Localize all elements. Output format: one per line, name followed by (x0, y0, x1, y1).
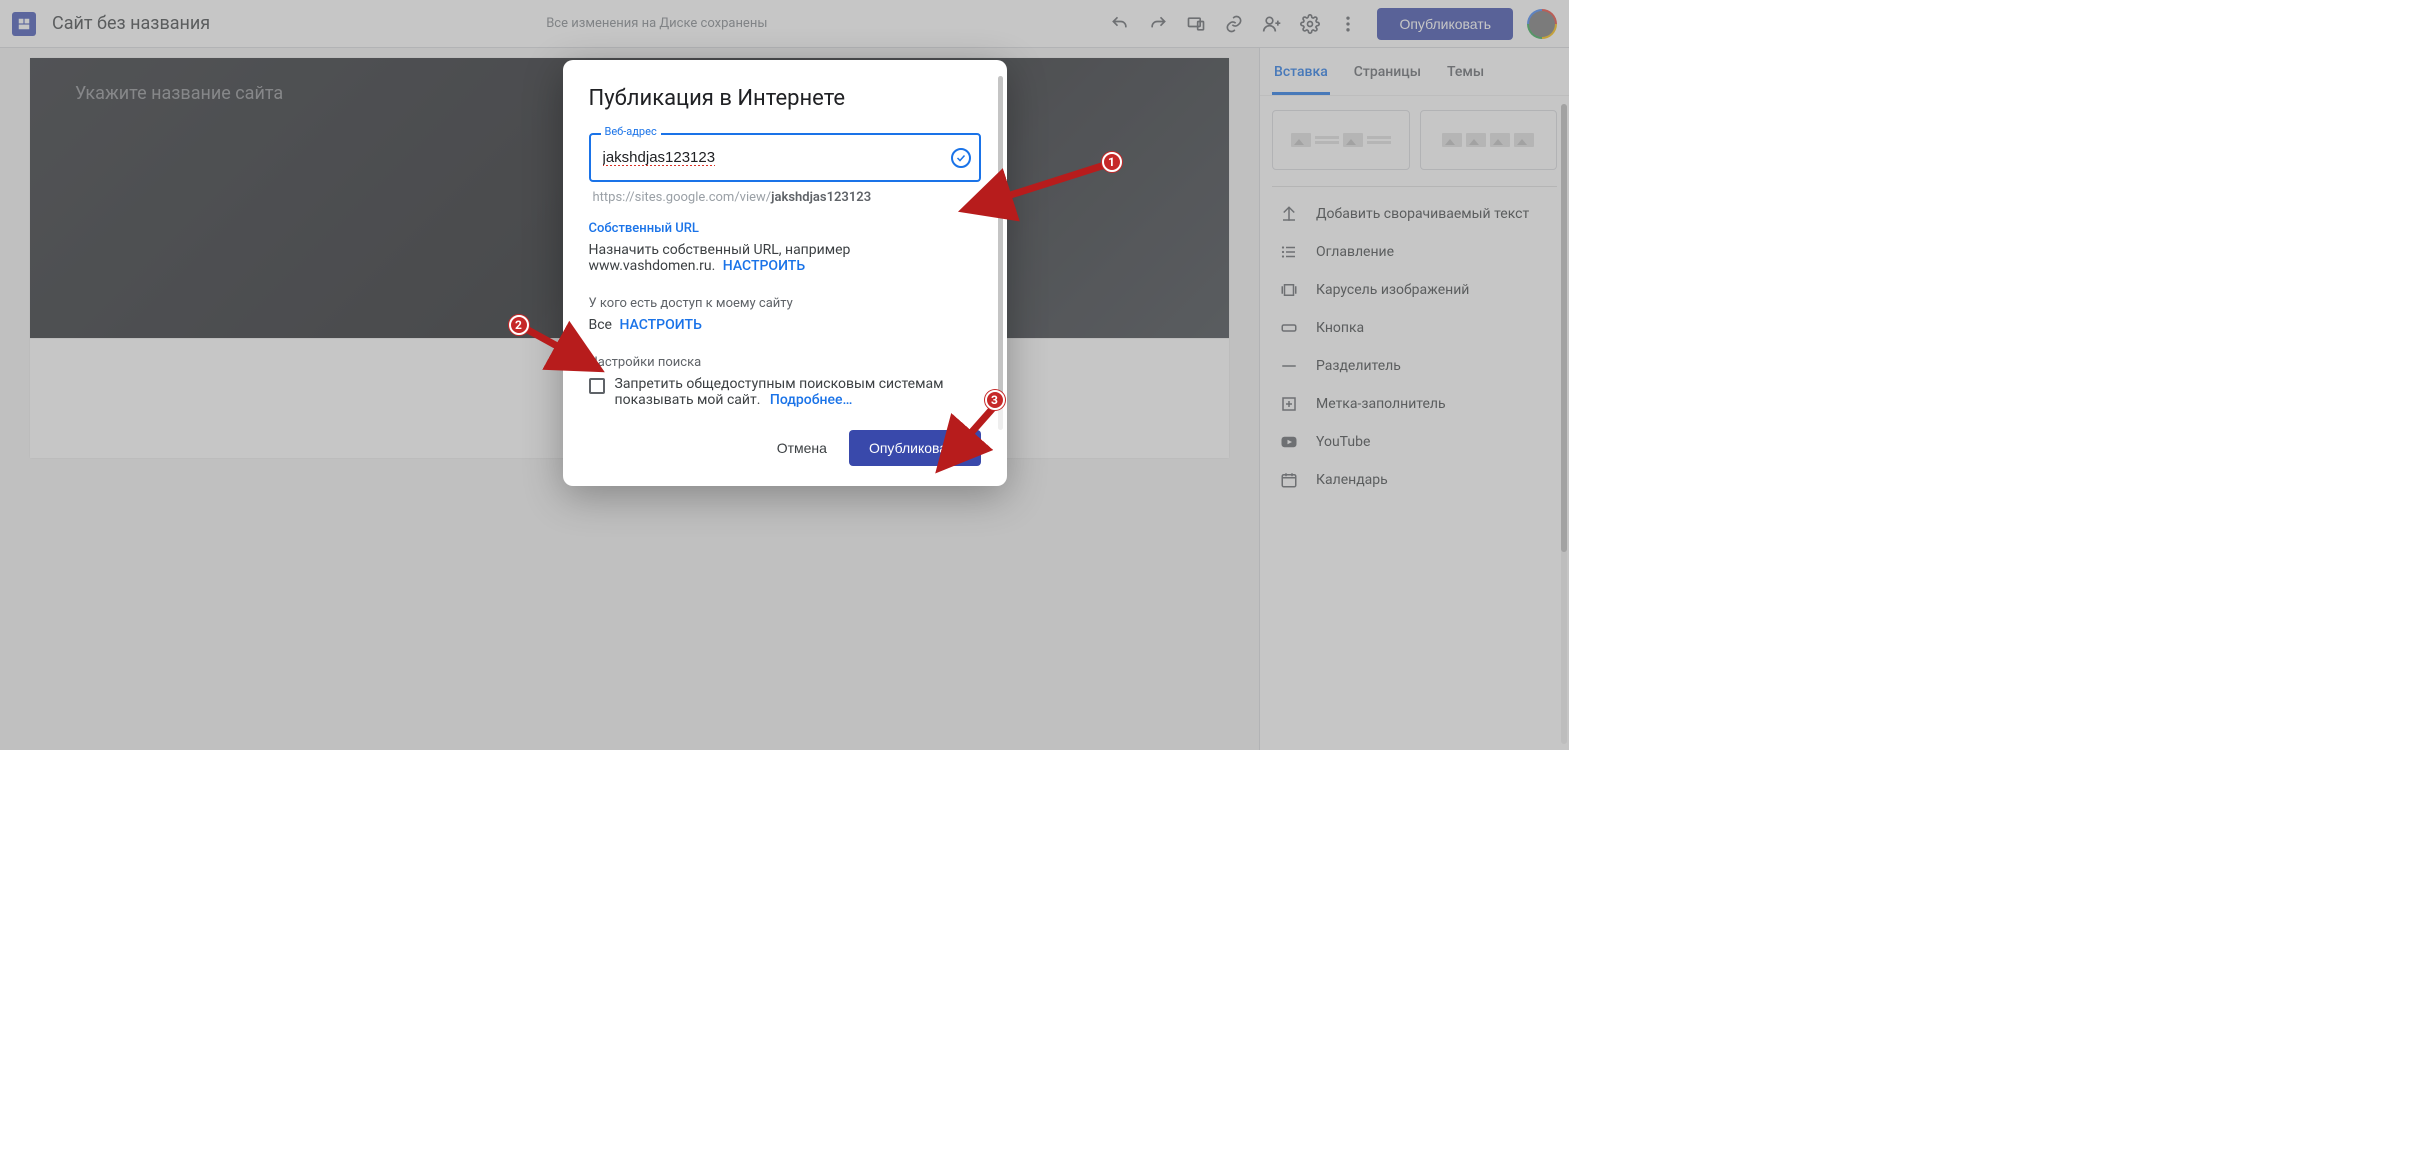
search-block-checkbox[interactable] (589, 378, 605, 394)
modal-overlay: Публикация в Интернете Веб-адрес https:/… (0, 0, 1569, 750)
search-block-text: Запретить общедоступным поисковым систем… (615, 376, 981, 408)
dialog-title: Публикация в Интернете (589, 86, 981, 111)
dialog-publish-button[interactable]: Опубликовать (849, 430, 981, 466)
publish-dialog: Публикация в Интернете Веб-адрес https:/… (563, 60, 1007, 486)
custom-url-heading: Собственный URL (589, 221, 981, 236)
cancel-button[interactable]: Отмена (763, 430, 841, 466)
annotation-badge-1: 1 (1102, 152, 1122, 172)
annotation-arrow-1 (988, 154, 1128, 214)
web-address-field: Веб-адрес (589, 133, 981, 182)
url-preview: https://sites.google.com/view/jakshdjas1… (593, 190, 977, 205)
access-heading: У кого есть доступ к моему сайту (589, 296, 981, 311)
annotation-badge-2: 2 (509, 315, 529, 335)
valid-check-icon (951, 148, 971, 168)
custom-url-text: Назначить собственный URL, например www.… (589, 242, 981, 274)
access-value: Все (589, 317, 612, 333)
annotation-arrow-2 (523, 322, 583, 362)
web-address-label: Веб-адрес (601, 125, 661, 138)
learn-more-link[interactable]: Подробнее… (770, 392, 852, 408)
search-settings-heading: Настройки поиска (589, 355, 981, 370)
access-configure-link[interactable]: НАСТРОИТЬ (619, 317, 701, 333)
web-address-input[interactable] (589, 133, 981, 182)
dialog-scrollbar[interactable] (998, 76, 1003, 430)
custom-url-configure-link[interactable]: НАСТРОИТЬ (723, 258, 805, 274)
